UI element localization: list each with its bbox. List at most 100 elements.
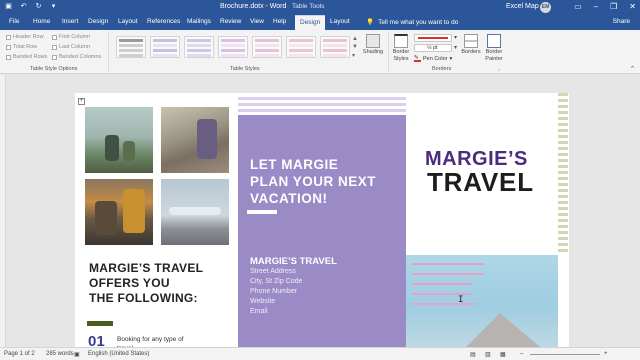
decorative-stripes xyxy=(558,93,568,253)
pen-icon: ✎ xyxy=(414,55,421,62)
tell-me-search[interactable]: 💡 Tell me what you want to do xyxy=(366,18,458,27)
pink-line xyxy=(412,273,484,275)
option-last-column[interactable]: Last Column xyxy=(52,44,90,50)
stripe xyxy=(238,109,406,112)
tab-references[interactable]: References xyxy=(147,18,180,25)
tab-view[interactable]: View xyxy=(250,18,264,25)
border-styles-button[interactable]: Border Styles xyxy=(390,34,412,63)
table-style-4[interactable] xyxy=(252,36,282,58)
table-style-6[interactable] xyxy=(320,36,350,58)
tab-mailings[interactable]: Mailings xyxy=(187,18,211,25)
address-line[interactable]: City, St Zip Code xyxy=(250,278,302,285)
table-style-1[interactable] xyxy=(150,36,180,58)
offers-heading: MARGIE’S TRAVEL OFFERS YOU THE FOLLOWING… xyxy=(89,261,204,305)
customize-qat-icon[interactable]: ▾ xyxy=(49,2,58,11)
group-label-borders: Borders xyxy=(432,66,452,72)
tab-design[interactable]: Design xyxy=(88,18,108,25)
line-style-select[interactable] xyxy=(414,34,452,42)
tab-review[interactable]: Review xyxy=(220,18,241,25)
table-style-plain[interactable] xyxy=(116,36,146,58)
collapse-ribbon-icon[interactable]: ^ xyxy=(631,66,634,72)
redo-icon[interactable]: ↻ xyxy=(34,2,43,11)
tab-help[interactable]: Help xyxy=(273,18,286,25)
user-name[interactable]: Excel Map xyxy=(506,3,539,10)
checkbox[interactable] xyxy=(52,34,57,40)
chevron-down-icon: ▾ xyxy=(449,55,453,62)
focus-icon[interactable]: ▤ xyxy=(470,351,476,358)
tab-table-layout[interactable]: Layout xyxy=(330,18,350,25)
checkbox[interactable] xyxy=(52,54,57,60)
stripe xyxy=(238,103,406,106)
pink-line xyxy=(412,263,484,265)
option-banded-columns[interactable]: Banded Columns xyxy=(52,54,101,60)
table-move-handle-icon[interactable]: + xyxy=(78,98,85,105)
avatar[interactable]: EM xyxy=(540,2,551,13)
zoom-slider[interactable] xyxy=(530,354,600,355)
pen-weight-dropdown-icon[interactable]: ▾ xyxy=(454,44,457,51)
table-style-3[interactable] xyxy=(218,36,248,58)
window-controls: ▭ – ❐ ✕ xyxy=(574,2,636,11)
airplane-shape xyxy=(169,207,221,215)
address-line[interactable]: Email xyxy=(250,308,268,315)
gallery-up-icon[interactable]: ▲ xyxy=(352,36,358,42)
table-style-2[interactable] xyxy=(184,36,214,58)
group-label-table-styles: Table Styles xyxy=(230,66,260,72)
border-painter-button[interactable]: Border Painter xyxy=(482,34,506,63)
title-bar: ▣ ↶ ↻ ▾ Brochure.dotx - Word Table Tools… xyxy=(0,0,640,14)
print-layout-icon[interactable]: ▦ xyxy=(500,351,506,358)
gallery-more-icon[interactable]: ▾ xyxy=(352,52,355,59)
option-total-row[interactable]: Total Row xyxy=(6,44,37,50)
vertical-ruler xyxy=(0,75,6,347)
restore-icon[interactable]: ❐ xyxy=(610,2,617,11)
undo-icon[interactable]: ↶ xyxy=(19,2,28,11)
zoom-in-icon[interactable]: + xyxy=(604,351,608,357)
address-line[interactable]: Website xyxy=(250,298,275,305)
checkbox[interactable] xyxy=(6,44,11,50)
table-style-5[interactable] xyxy=(286,36,316,58)
pen-weight-select[interactable]: ½ pt xyxy=(414,44,452,52)
page-count[interactable]: Page 1 of 2 xyxy=(4,351,35,357)
shading-button[interactable]: Shading xyxy=(361,34,385,56)
close-icon[interactable]: ✕ xyxy=(629,2,636,11)
word-count[interactable]: 285 words xyxy=(46,351,74,357)
language[interactable]: English (United States) xyxy=(88,351,149,357)
option-banded-rows[interactable]: Banded Rows xyxy=(6,54,47,60)
checkbox[interactable] xyxy=(52,44,57,50)
context-tab-title: Table Tools xyxy=(292,3,325,10)
document-page[interactable]: MARGIE’S TRAVEL OFFERS YOU THE FOLLOWING… xyxy=(75,93,569,352)
borders-icon xyxy=(464,34,478,48)
photo-hikers[interactable] xyxy=(85,107,153,173)
zoom-out-icon[interactable]: – xyxy=(520,351,523,357)
read-mode-icon[interactable]: ▥ xyxy=(485,351,491,358)
option-header-row[interactable]: Header Row xyxy=(6,34,44,40)
document-title: Brochure.dotx - Word xyxy=(220,3,287,10)
tab-home[interactable]: Home xyxy=(33,18,50,25)
tab-layout[interactable]: Layout xyxy=(118,18,138,25)
document-workspace: MARGIE’S TRAVEL OFFERS YOU THE FOLLOWING… xyxy=(0,75,640,352)
save-icon[interactable]: ▣ xyxy=(4,2,13,11)
pink-line xyxy=(412,283,472,285)
tab-file[interactable]: File xyxy=(9,18,19,25)
share-button[interactable]: Share xyxy=(613,18,630,25)
photo-backpacker[interactable] xyxy=(161,107,229,173)
gallery-down-icon[interactable]: ▼ xyxy=(352,44,358,50)
ribbon-display-icon[interactable]: ▭ xyxy=(574,2,582,11)
line-style-dropdown-icon[interactable]: ▾ xyxy=(454,34,457,41)
proofing-icon[interactable]: ▣ xyxy=(74,351,80,358)
option-first-column[interactable]: First Column xyxy=(52,34,90,40)
checkbox[interactable] xyxy=(6,54,11,60)
borders-button[interactable]: Borders xyxy=(460,34,482,56)
checkbox[interactable] xyxy=(6,34,11,40)
tab-table-design[interactable]: Design xyxy=(295,15,326,30)
photo-sea[interactable] xyxy=(406,255,558,347)
paint-bucket-icon xyxy=(366,34,380,48)
tab-insert[interactable]: Insert xyxy=(62,18,78,25)
address-line[interactable]: Street Address xyxy=(250,268,296,275)
photo-airplane[interactable] xyxy=(161,179,229,245)
dialog-launcher-icon[interactable]: ⌟ xyxy=(498,66,500,72)
address-line[interactable]: Phone Number xyxy=(250,288,297,295)
pink-line xyxy=(412,303,476,305)
pen-color-button[interactable]: ✎ Pen Color ▾ xyxy=(414,55,452,62)
minimize-icon[interactable]: – xyxy=(594,2,598,11)
photo-travelers[interactable] xyxy=(85,179,153,245)
